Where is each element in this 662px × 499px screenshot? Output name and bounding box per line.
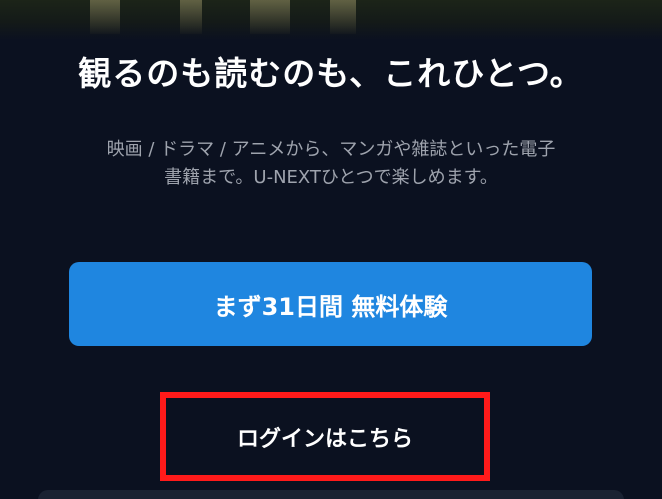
hero-artwork: [0, 0, 662, 40]
description-line-2: 書籍まで。U-NEXTひとつで楽しめます。: [164, 167, 498, 188]
description: 映画 / ドラマ / アニメから、マンガや雑誌といった電子 書籍まで。U-NEX…: [50, 136, 612, 192]
login-link[interactable]: ログインはこちら: [160, 392, 490, 481]
description-line-1: 映画 / ドラマ / アニメから、マンガや雑誌といった電子: [106, 139, 556, 160]
bottom-sheet-edge: [38, 490, 624, 499]
headline: 観るのも読むのも、これひとつ。: [78, 54, 584, 93]
free-trial-button[interactable]: まず31日間 無料体験: [69, 262, 592, 346]
signup-screen: 観るのも読むのも、これひとつ。 映画 / ドラマ / アニメから、マンガや雑誌と…: [0, 0, 662, 499]
